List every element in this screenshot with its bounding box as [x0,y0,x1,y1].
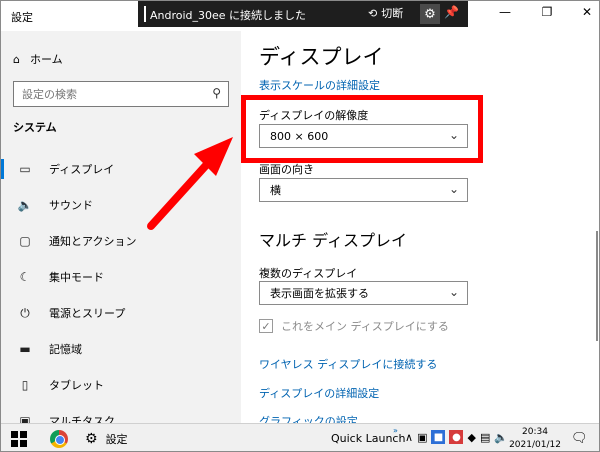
clock[interactable]: 20:34 2021/01/12 [507,426,563,451]
orientation-value: 横 [270,184,281,197]
system-tray: ∧ ▣ ■ ● ◆ ▤ 🔈 [405,430,508,444]
disconnect-button[interactable]: ⟲ 切断 [368,5,403,21]
close-button[interactable]: ✕ [577,5,597,19]
orientation-label: 画面の向き [259,163,314,176]
sidebar-item-label: 通知とアクション [49,235,137,248]
search-input[interactable] [14,82,194,106]
taskbar-settings-app[interactable]: ⚙ 設定 [79,424,159,451]
gear-icon: ⚙ [85,431,98,447]
sidebar-item-label: ディスプレイ [49,163,115,176]
orientation-dropdown[interactable]: 横 ⌄ [259,178,468,202]
multi-display-section-title: マルチ ディスプレイ [259,231,407,250]
sidebar-item-label: 記憶域 [49,343,82,356]
taskbar-settings-label: 設定 [105,433,128,446]
camera-icon[interactable]: ▣ [417,431,427,444]
app-title: 設定 [11,11,33,24]
sidebar-item-focus[interactable]: ☾ 集中モード [1,259,241,295]
chevron-up-icon[interactable]: ∧ [405,431,413,444]
sidebar-item-notifications[interactable]: ▢ 通知とアクション [1,223,241,259]
main-display-checkbox-label: これをメイン ディスプレイにする [281,320,449,333]
moon-icon: ☾ [19,270,31,284]
display-scale-link[interactable]: 表示スケールの詳細設定 [259,77,380,93]
connection-bar-pin-marker [144,6,146,22]
sidebar-item-label: 電源とスリープ [49,307,126,320]
disconnect-icon: ⟲ [368,6,378,20]
multiple-displays-value: 表示画面を拡張する [270,287,369,300]
sidebar-item-tablet[interactable]: ▯ タブレット [1,367,241,403]
sidebar: ⌂ ホーム ⚲ システム ▭ ディスプレイ 🔈 サウンド ▢ 通知とアクション … [1,31,241,428]
gear-icon: ⚙ [424,6,436,22]
chrome-icon[interactable] [50,430,68,448]
sidebar-item-sound[interactable]: 🔈 サウンド [1,187,241,223]
sidebar-item-storage[interactable]: ▬ 記憶域 [1,331,241,367]
disconnect-label: 切断 [381,7,404,20]
home-icon: ⌂ [13,52,20,66]
sidebar-item-home[interactable]: ⌂ ホーム [13,51,63,67]
sidebar-item-power[interactable]: ⏻ 電源とスリープ [1,295,241,331]
search-icon: ⚲ [212,86,221,100]
title-bar: 設定 Android_30ee に接続しました ⟲ 切断 ⚙ 📌 — ❐ ✕ [1,1,599,31]
scrollbar[interactable] [592,31,599,423]
main-content: ディスプレイ 表示スケールの詳細設定 ディスプレイの解像度 800 × 600 … [241,31,599,428]
sidebar-item-label: タブレット [49,379,104,392]
speaker-icon: 🔈 [17,198,33,212]
expand-arrows-icon[interactable]: » [393,426,398,435]
dropbox-icon[interactable]: ◆ [467,431,475,444]
pin-button[interactable]: 📌 [444,5,459,19]
screen: 設定 Android_30ee に接続しました ⟲ 切断 ⚙ 📌 — ❐ ✕ ⌂… [0,0,600,452]
screen-recorder-icon[interactable]: ● [449,430,464,444]
storage-icon: ▬ [19,342,31,356]
chevron-down-icon: ⌄ [448,182,459,196]
section-label: システム [13,121,57,134]
chevron-down-icon: ⌄ [448,285,459,299]
remote-session-title: Android_30ee に接続しました [150,9,307,22]
sidebar-item-label: 集中モード [49,271,104,284]
pin-icon: 📌 [444,5,459,19]
scrollbar-thumb[interactable] [596,231,598,341]
multiple-displays-dropdown[interactable]: 表示画面を拡張する ⌄ [259,281,468,305]
notification-center-icon[interactable]: 🗨 [571,431,588,446]
main-display-checkbox-row[interactable]: ✓ これをメイン ディスプレイにする [259,318,449,334]
volume-icon[interactable]: 🔈 [494,431,508,444]
tablet-icon: ▯ [21,378,29,392]
remote-settings-button[interactable]: ⚙ [420,4,440,24]
monitor-icon: ▭ [19,162,31,176]
multiple-displays-label: 複数のディスプレイ [259,267,358,280]
main-display-checkbox[interactable]: ✓ [259,319,273,333]
home-label: ホーム [29,53,63,66]
search-box[interactable]: ⚲ [13,81,229,107]
taskbar: ⚙ 設定 Quick Launch » ∧ ▣ ■ ● ◆ ▤ 🔈 20:34 … [1,423,599,451]
minimize-button[interactable]: — [495,5,515,19]
sidebar-item-label: サウンド [49,199,93,212]
tray-app-icon[interactable]: ■ [431,430,446,444]
wireless-display-link[interactable]: ワイヤレス ディスプレイに接続する [259,356,437,372]
remote-connection-bar[interactable]: Android_30ee に接続しました ⟲ 切断 ⚙ 📌 [138,1,468,27]
checkmark-icon: ✓ [261,319,271,333]
power-icon: ⏻ [20,305,30,320]
clock-date: 2021/01/12 [509,440,561,450]
restore-button[interactable]: ❐ [537,5,557,19]
sidebar-item-display[interactable]: ▭ ディスプレイ [1,151,241,187]
page-title: ディスプレイ [259,45,384,69]
network-icon[interactable]: ▤ [480,431,490,444]
highlight-box [241,95,483,163]
clock-time: 20:34 [522,427,548,437]
advanced-display-link[interactable]: ディスプレイの詳細設定 [259,385,379,401]
notification-icon: ▢ [19,234,31,248]
start-button[interactable] [11,431,27,447]
